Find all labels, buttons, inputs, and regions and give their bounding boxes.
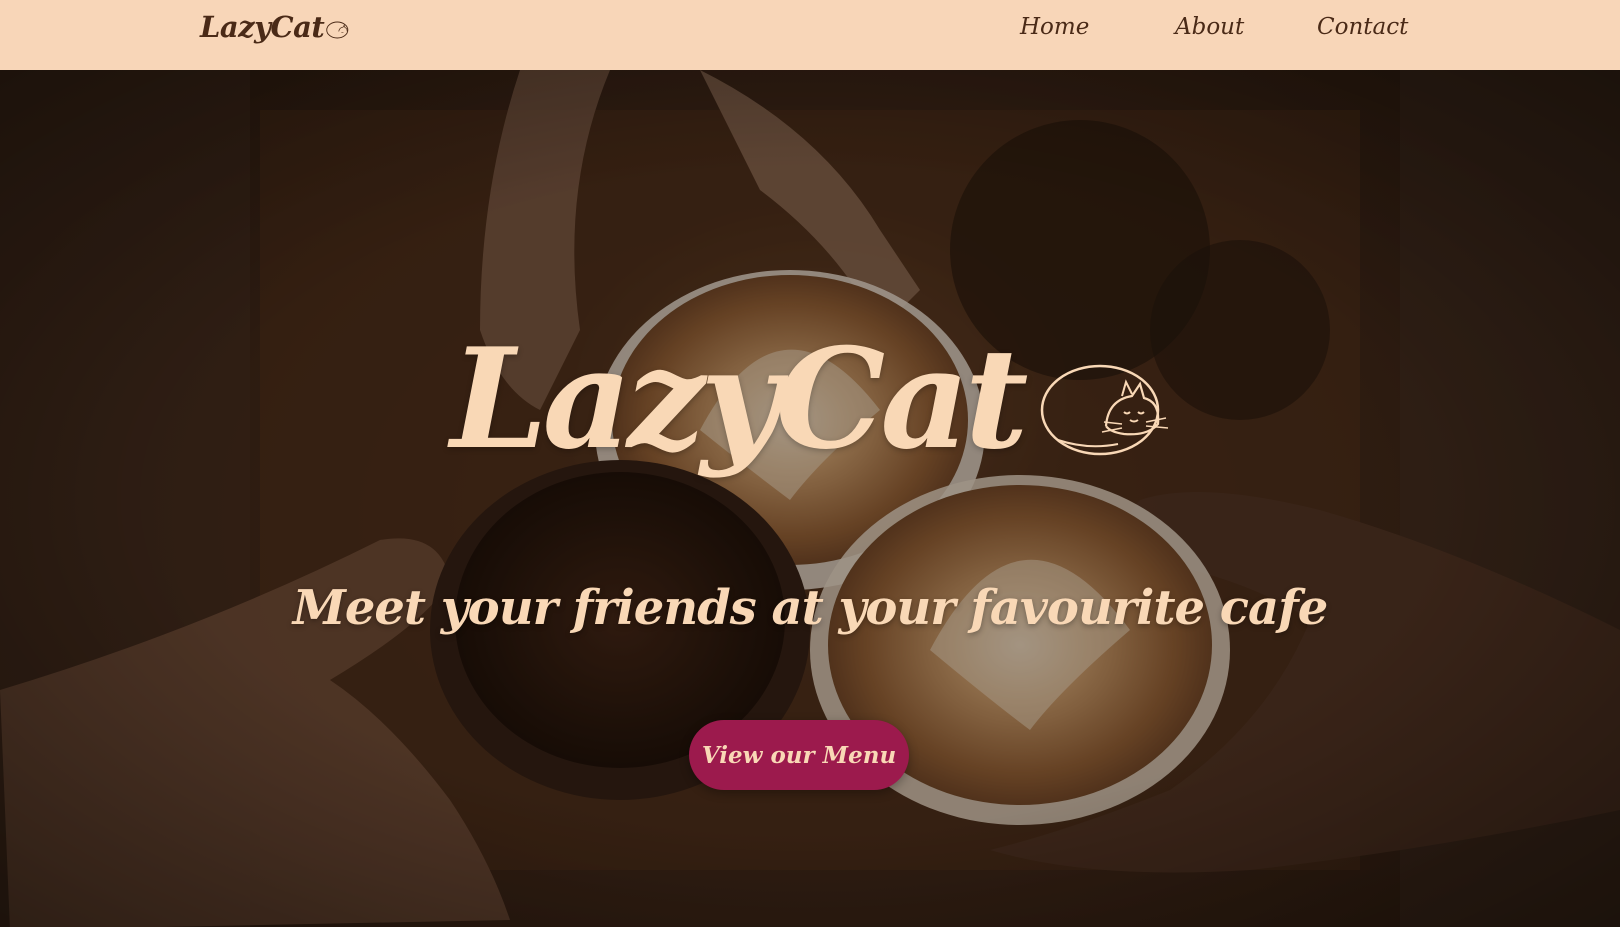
- sleeping-cat-icon: [326, 21, 349, 39]
- navbar: LazyCat Home About Contact: [0, 0, 1620, 70]
- nav-link-home[interactable]: Home: [1020, 14, 1089, 40]
- sleeping-cat-icon: [1040, 364, 1168, 456]
- hero-dark-overlay: [0, 70, 1620, 927]
- nav-link-contact[interactable]: Contact: [1317, 14, 1408, 40]
- brand-logo-link[interactable]: LazyCat: [200, 10, 350, 44]
- hero-title-group: LazyCat: [0, 330, 1620, 468]
- view-menu-button[interactable]: View our Menu: [689, 720, 909, 790]
- nav-link-about[interactable]: About: [1175, 14, 1244, 40]
- brand-logo-text: LazyCat: [200, 10, 325, 44]
- hero-section: LazyCat Meet your friends at your favour…: [0, 70, 1620, 927]
- hero-tagline: Meet your friends at your favourite cafe: [292, 580, 1329, 636]
- hero-title: LazyCat: [450, 317, 1029, 480]
- landing-page: LazyCat Home About Contact LazyCat Meet …: [0, 0, 1620, 927]
